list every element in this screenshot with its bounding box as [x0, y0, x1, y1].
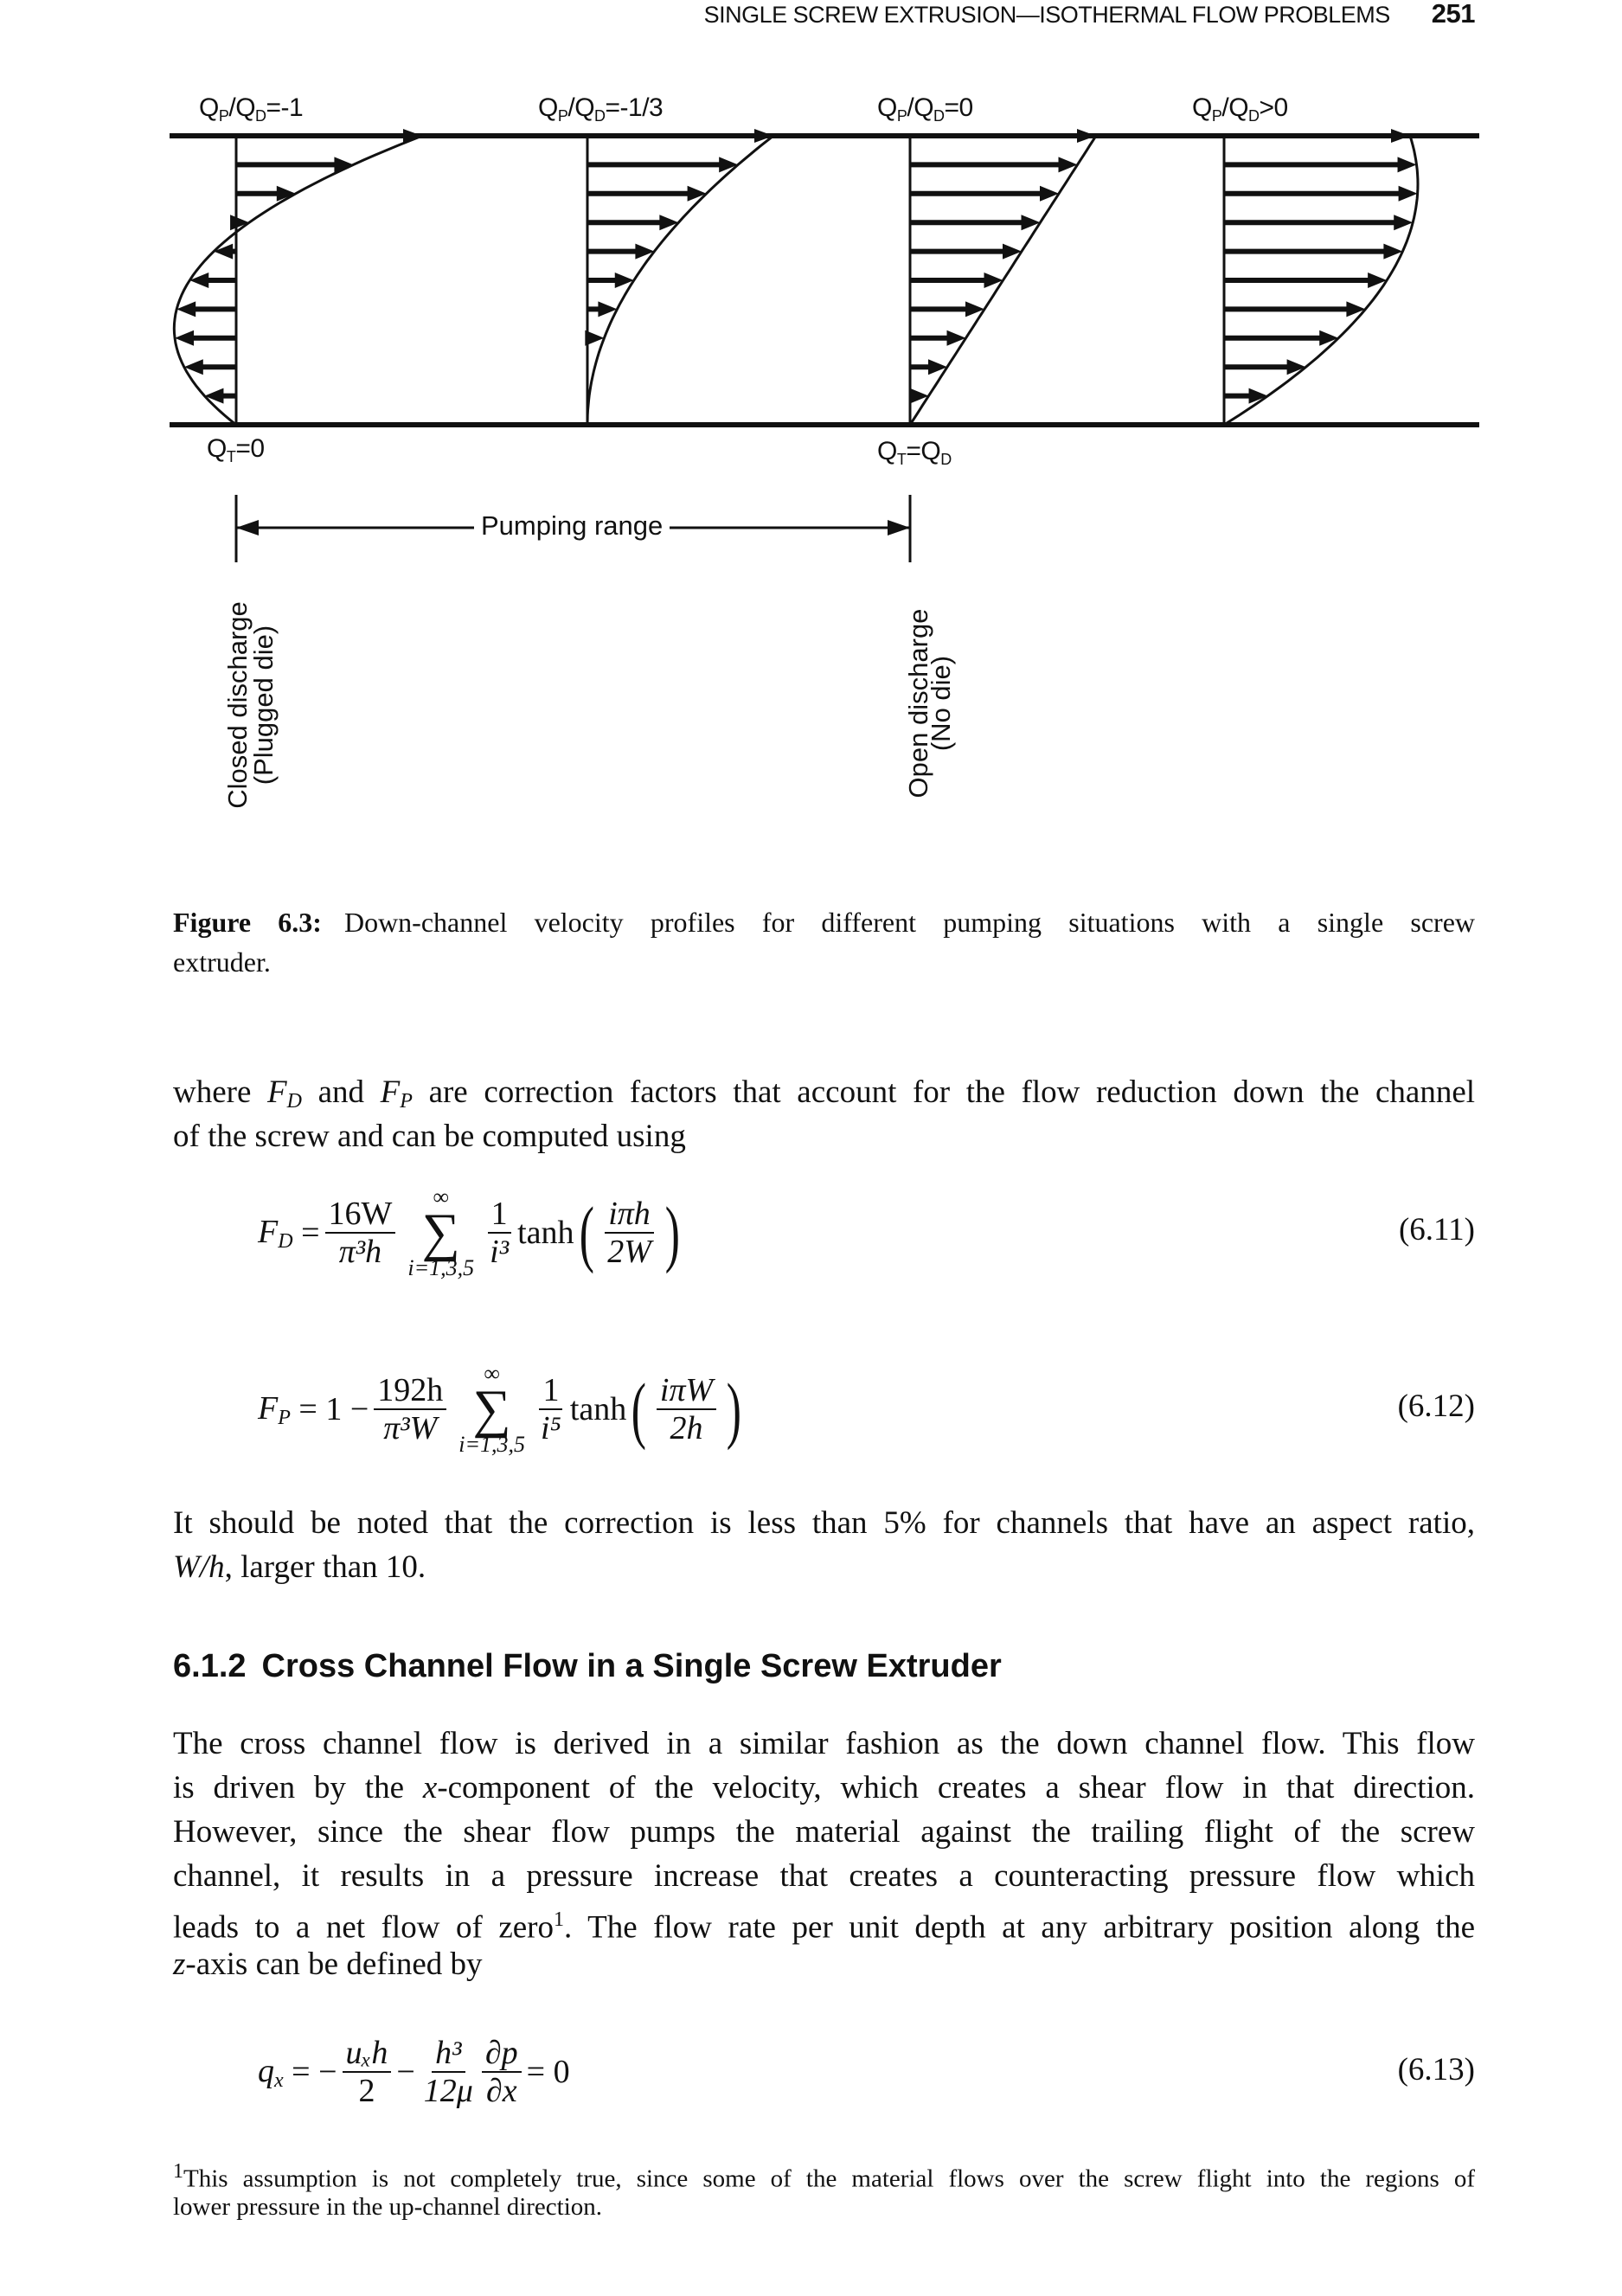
arrow-head-icon — [1398, 185, 1418, 202]
arrow-left-icon — [236, 520, 259, 536]
label-qp-qd-positive: QP/QD>0 — [1192, 93, 1288, 125]
arrow-head-icon — [214, 243, 234, 260]
footnote: 1This assumption is not completely true,… — [173, 2160, 1475, 2221]
arrow-head-icon — [659, 215, 679, 231]
footnote-ref[interactable]: 1 — [554, 1908, 564, 1931]
velocity-profiles-figure — [170, 129, 1479, 562]
equation-6-12: FP = 1 − 192h π³W ∞ ∑ i=1,3,5 1 i⁵ tanh(iπW 2… — [258, 1361, 742, 1457]
arrow-right-icon — [888, 520, 910, 536]
closed-discharge-label: Closed discharge (Plugged die) — [222, 601, 279, 809]
label-qt-equals-qd: QT=QD — [877, 437, 952, 468]
label-qt-zero: QT=0 — [207, 434, 265, 465]
paragraph-cross-channel: The cross channel flow is derived in a s… — [173, 1726, 1476, 1982]
caption-label: Figure 6.3: — [173, 907, 322, 938]
arrow-head-icon — [175, 330, 195, 346]
equation-6-13: qx = − uₓh 2 − h³ 12μ ∂p ∂x = 0 — [258, 2035, 570, 2109]
label-qp-qd-minus-third: QP/QD=-1/3 — [538, 93, 664, 125]
arrow-head-icon — [754, 129, 773, 143]
arrow-head-icon — [1286, 359, 1306, 375]
figure-caption: Figure 6.3: Down-channel velocity profile… — [173, 907, 1475, 978]
open-discharge-label: Open discharge (No die) — [903, 608, 956, 798]
pumping-range-label: Pumping range — [474, 510, 670, 542]
equation-number-6-13: (6.13) — [1397, 2052, 1475, 2088]
equation-number-6-11: (6.11) — [1398, 1212, 1475, 1247]
section-heading: 6.1.2 Cross Channel Flow in a Single Scre… — [173, 1648, 1002, 1684]
arrow-head-icon — [719, 157, 739, 173]
label-qp-qd-zero: QP/QD=0 — [877, 93, 973, 125]
paragraph-correction-factors: where FD and FP are correction factors t… — [173, 1074, 1476, 1154]
arrow-head-icon — [687, 185, 707, 202]
equation-number-6-12: (6.12) — [1397, 1389, 1475, 1424]
label-qp-qd-minus-1: QP/QD=-1 — [199, 93, 304, 125]
arrow-head-icon — [1397, 157, 1417, 173]
paragraph-aspect-ratio: It should be noted that the correction i… — [173, 1505, 1475, 1585]
arrow-head-icon — [1391, 129, 1410, 143]
arrow-head-icon — [1346, 301, 1366, 317]
arrow-head-icon — [1319, 330, 1339, 346]
arrow-head-icon — [204, 388, 224, 404]
equation-6-11: FD = 16W π³h ∞ ∑ i=1,3,5 1 i³ tanh(iπh 2W) — [258, 1184, 680, 1280]
